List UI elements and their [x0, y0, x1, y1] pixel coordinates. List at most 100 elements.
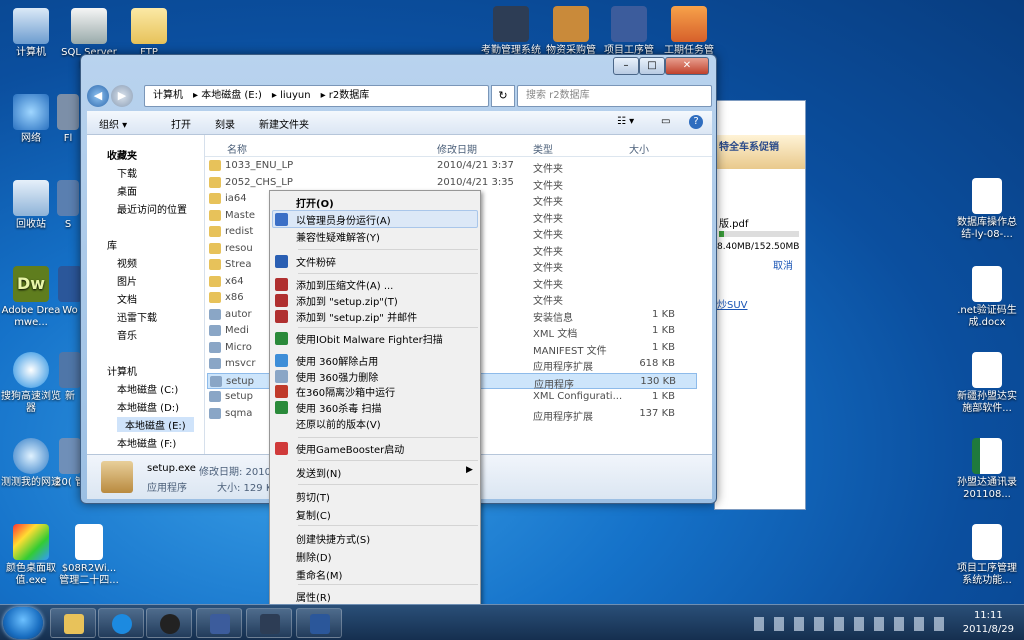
organize-button[interactable]: 组织 ▾	[99, 116, 127, 131]
view-options-icon[interactable]: ☷ ▾	[617, 116, 634, 127]
file-icon	[209, 391, 221, 402]
taskbar-project[interactable]	[196, 608, 242, 638]
file-name: Medi	[225, 325, 249, 336]
nav-pictures[interactable]: 图片	[117, 273, 137, 288]
menu-separator	[298, 484, 478, 485]
menu-item[interactable]: 属性(R)	[296, 589, 331, 604]
open-button[interactable]: 打开	[171, 116, 191, 131]
desktop-icon-color-picker[interactable]: 颜色桌面取值.exe	[0, 524, 62, 587]
taskbar-sogou[interactable]	[98, 608, 144, 638]
menu-item[interactable]: 兼容性疑难解答(Y)	[296, 229, 380, 244]
table-row[interactable]: 2052_CHS_LP 2010/4/21 3:35 文件夹	[207, 175, 697, 192]
menu-item[interactable]: 复制(C)	[296, 507, 331, 522]
refresh-button[interactable]: ↻	[491, 85, 515, 107]
nav-drive-d[interactable]: 本地磁盘 (D:)	[117, 399, 179, 414]
col-name[interactable]: 名称	[227, 141, 247, 156]
menu-item[interactable]: 使用 360杀毒 扫描	[296, 400, 381, 415]
menu-item[interactable]: 以管理员身份运行(A)	[296, 212, 391, 227]
menu-item[interactable]: 在360隔离沙箱中运行	[296, 384, 395, 399]
folder-icon	[209, 193, 221, 204]
menu-item[interactable]: 剪切(T)	[296, 489, 330, 504]
menu-item[interactable]: 使用 360解除占用	[296, 353, 378, 368]
menu-item[interactable]: 还原以前的版本(V)	[296, 416, 381, 431]
nav-videos[interactable]: 视频	[117, 255, 137, 270]
desktop-icon-purchasing[interactable]: 物资采购管	[540, 6, 602, 57]
breadcrumb-r2[interactable]: r2数据库	[329, 90, 369, 101]
back-button[interactable]: ◀	[87, 85, 109, 107]
new-folder-button[interactable]: 新建文件夹	[259, 116, 309, 131]
taskbar-attendance[interactable]	[246, 608, 292, 638]
clock[interactable]: 11:11 2011/8/29	[963, 609, 1014, 637]
nav-music[interactable]: 音乐	[117, 327, 137, 342]
col-type[interactable]: 类型	[533, 141, 553, 156]
app-icon	[59, 352, 81, 388]
menu-item[interactable]: 创建快捷方式(S)	[296, 531, 370, 546]
address-bar[interactable]: 计算机 ▸ 本地磁盘 (E:) ▸ liuyun ▸ r2数据库	[144, 85, 489, 107]
nav-libraries[interactable]: 库	[107, 237, 117, 252]
burn-button[interactable]: 刻录	[215, 116, 235, 131]
nav-drive-e[interactable]: 本地磁盘 (E:)	[117, 417, 194, 432]
desktop-icon-attendance[interactable]: 考勤管理系统	[480, 6, 542, 57]
forward-button[interactable]: ▶	[111, 85, 133, 107]
breadcrumb-drive-e[interactable]: 本地磁盘 (E:)	[201, 90, 262, 101]
menu-item[interactable]: 使用IObit Malware Fighter扫描	[296, 331, 443, 346]
menu-item[interactable]: 添加到 "setup.zip" 并邮件	[296, 309, 417, 324]
file-name: redist	[225, 226, 254, 237]
help-icon[interactable]: ?	[689, 115, 703, 129]
clock-date: 2011/8/29	[962, 624, 1014, 635]
desktop-icon-doc-2[interactable]: .net验证码生成.docx	[956, 266, 1018, 329]
download-file-name: 版.pdf	[719, 219, 749, 230]
menu-item[interactable]: 添加到压缩文件(A) ...	[296, 277, 393, 292]
tray-icons[interactable]	[754, 617, 954, 631]
desktop-icon-xls[interactable]: 孙盟达通讯录201108...	[956, 438, 1018, 501]
maximize-button[interactable]: □	[639, 57, 665, 75]
nav-computer[interactable]: 计算机	[107, 363, 137, 378]
desktop-icon-computer[interactable]: 计算机	[0, 8, 62, 59]
nav-drive-f[interactable]: 本地磁盘 (F:)	[117, 435, 176, 450]
taskbar-qq[interactable]	[146, 608, 192, 638]
nav-thunder[interactable]: 迅雷下载	[117, 309, 157, 324]
menu-item[interactable]: 删除(D)	[296, 549, 332, 564]
close-button[interactable]: ✕	[665, 57, 709, 75]
nav-favorites[interactable]: 收藏夹	[107, 147, 137, 162]
download-cancel-link[interactable]: 取消	[773, 257, 793, 272]
taskbar-explorer[interactable]	[50, 608, 96, 638]
col-date[interactable]: 修改日期	[437, 141, 477, 156]
taskbar-word[interactable]	[296, 608, 342, 638]
desktop-icon-ftp[interactable]: FTP	[118, 8, 180, 59]
menu-item-icon	[275, 354, 288, 367]
desktop-icon-doc-1[interactable]: 数据库操作总结-ly-08-...	[956, 178, 1018, 241]
file-name: autor	[225, 308, 252, 320]
menu-item[interactable]: 打开(O)	[296, 195, 334, 210]
breadcrumb-computer[interactable]: 计算机	[153, 90, 183, 101]
desktop-icon-shortcut[interactable]: $08R2Wi... 管理二十四...	[58, 524, 120, 587]
table-row[interactable]: 1033_ENU_LP 2010/4/21 3:37 文件夹	[207, 158, 697, 175]
nav-drive-c[interactable]: 本地磁盘 (C:)	[117, 381, 178, 396]
menu-item[interactable]: 重命名(M)	[296, 567, 342, 582]
preview-pane-icon[interactable]: ▭	[661, 116, 670, 127]
desktop-icon-doc-3[interactable]: 新疆孙盟达实施部软件...	[956, 352, 1018, 415]
menu-item[interactable]: 使用 360强力删除	[296, 369, 378, 384]
menu-item[interactable]: 使用GameBooster启动	[296, 441, 404, 456]
file-icon	[209, 308, 221, 320]
col-size[interactable]: 大小	[629, 141, 649, 156]
minimize-button[interactable]: –	[613, 57, 639, 75]
folder-icon	[64, 614, 84, 634]
nav-recent[interactable]: 最近访问的位置	[117, 201, 187, 216]
start-button[interactable]	[3, 607, 43, 639]
desktop-icon-tasks[interactable]: 工期任务管	[658, 6, 720, 57]
menu-item[interactable]: 文件粉碎	[296, 254, 336, 269]
ad-link[interactable]: 炒SUV	[717, 296, 748, 311]
desktop-icon-doc-4[interactable]: 项目工序管理系统功能...	[956, 524, 1018, 587]
search-input[interactable]: 搜索 r2数据库	[517, 85, 712, 107]
ad-banner[interactable]: 特全车系促销	[715, 135, 805, 169]
nav-documents[interactable]: 文档	[117, 291, 137, 306]
nav-desktop[interactable]: 桌面	[117, 183, 137, 198]
menu-item[interactable]: 发送到(N)	[296, 465, 341, 480]
details-type: 应用程序	[147, 483, 187, 494]
breadcrumb-liuyun[interactable]: liuyun	[280, 90, 311, 101]
nav-downloads[interactable]: 下载	[117, 165, 137, 180]
desktop-icon-project[interactable]: 项目工序管	[598, 6, 660, 57]
file-icon	[209, 341, 221, 353]
menu-item[interactable]: 添加到 "setup.zip"(T)	[296, 293, 398, 308]
